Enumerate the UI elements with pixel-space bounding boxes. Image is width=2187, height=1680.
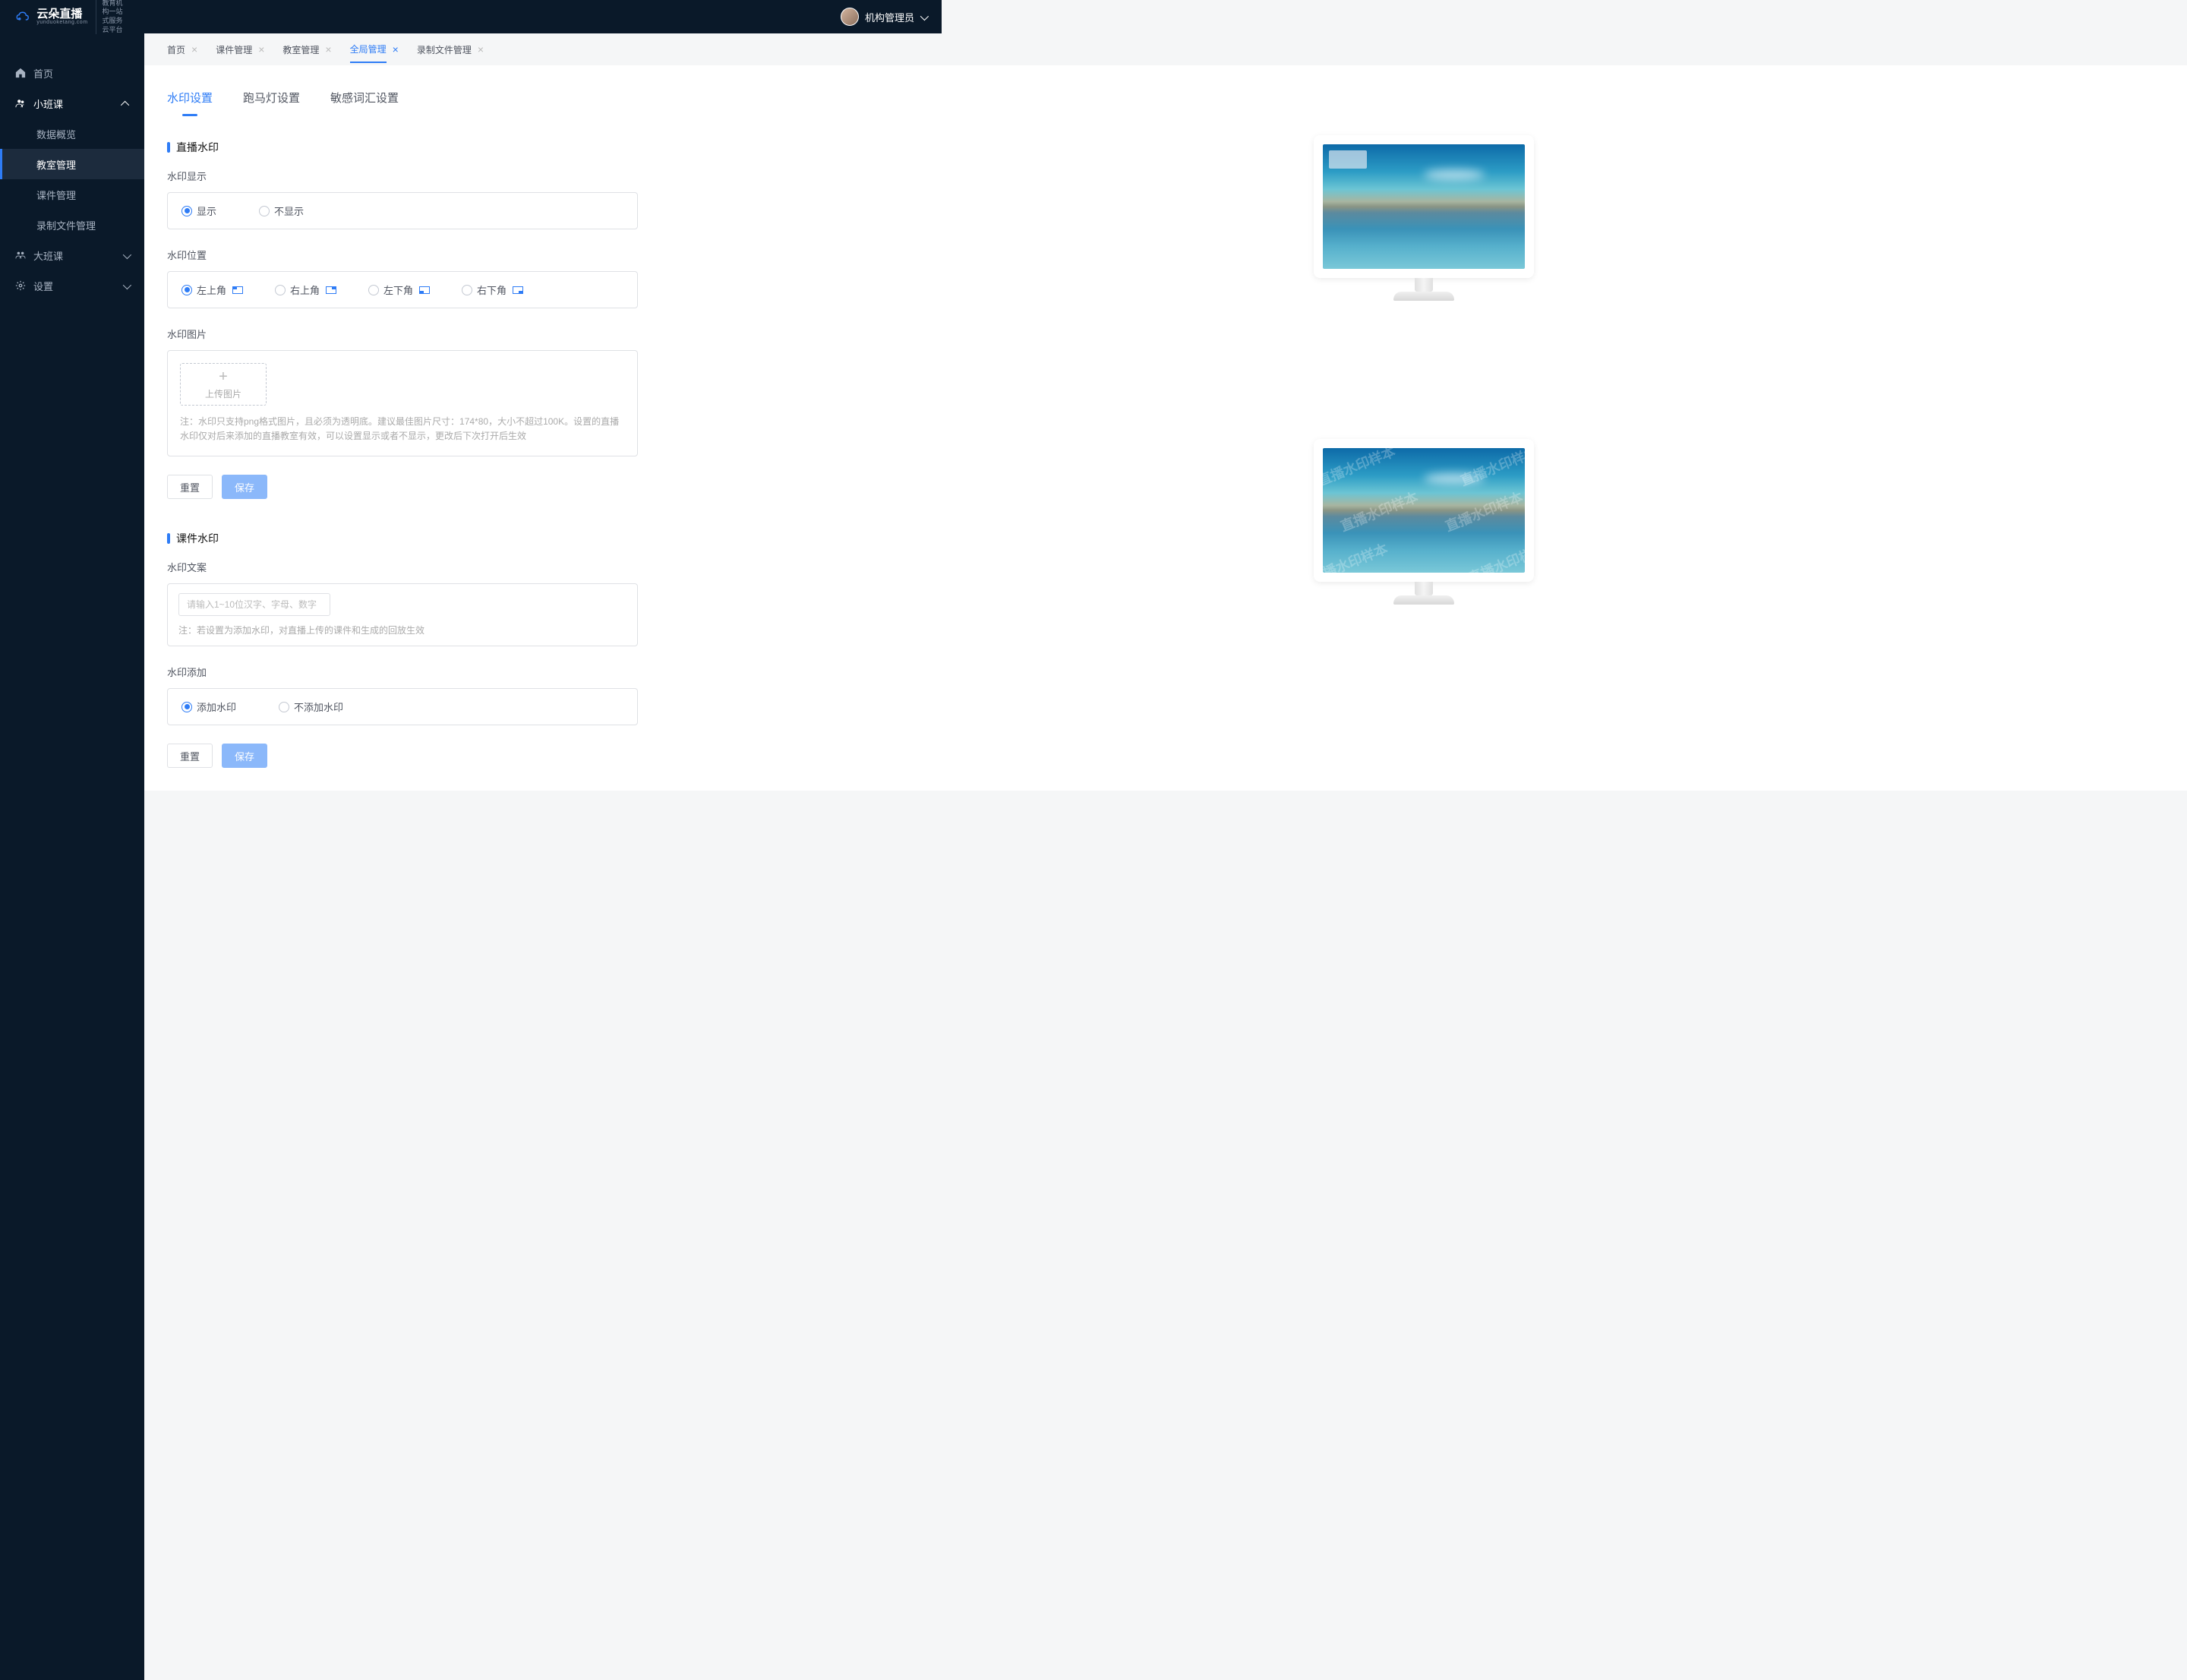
tab-recording[interactable]: 录制文件管理 — [417, 37, 472, 62]
radio-add-yes[interactable]: 添加水印 — [181, 699, 236, 714]
sub-tab-marquee[interactable]: 跑马灯设置 — [243, 81, 300, 116]
tab-classroom[interactable]: 教室管理 — [282, 37, 319, 62]
sub-tab-sensitive[interactable]: 敏感词汇设置 — [330, 81, 399, 116]
position-icon-br — [513, 286, 523, 294]
page-tabs: 首页 × 课件管理 × 教室管理 × 全局管理 × 录制文件管理 × — [144, 33, 2187, 65]
close-icon[interactable]: × — [325, 43, 331, 55]
radio-pos-br[interactable]: 右下角 — [462, 283, 523, 297]
plus-icon: + — [219, 369, 228, 384]
label-watermark-add: 水印添加 — [167, 665, 638, 679]
position-icon-tl — [232, 286, 243, 294]
watermark-text-input[interactable] — [178, 593, 330, 616]
close-icon[interactable]: × — [191, 43, 197, 55]
content-panel: 水印设置 跑马灯设置 敏感词汇设置 直播水印 水印显示 显示 不显示 — [144, 65, 2187, 791]
sidebar: 云朵直播 yunduoketang.com 教育机构一站 式服务云平台 首页 小… — [0, 0, 144, 1680]
logo-subtitle: yunduoketang.com — [36, 20, 87, 25]
radio-group-display: 显示 不显示 — [167, 192, 638, 229]
nav-big-class[interactable]: 大班课 — [0, 240, 144, 270]
hint-watermark-text: 注：若设置为添加水印，对直播上传的课件和生成的回放生效 — [178, 624, 626, 636]
radio-display-show[interactable]: 显示 — [181, 204, 216, 218]
upload-zone[interactable]: + 上传图片 — [180, 363, 267, 406]
radio-pos-tr[interactable]: 右上角 — [275, 283, 336, 297]
sub-nav-small-class: 数据概览 教室管理 课件管理 录制文件管理 — [0, 118, 144, 240]
label-watermark-image: 水印图片 — [167, 327, 638, 341]
close-icon[interactable]: × — [258, 43, 264, 55]
settings-sub-tabs: 水印设置 跑马灯设置 敏感词汇设置 — [167, 65, 2164, 117]
logo: 云朵直播 yunduoketang.com 教育机构一站 式服务云平台 — [0, 0, 144, 33]
home-icon — [15, 68, 26, 78]
sidebar-item-data-overview[interactable]: 数据概览 — [0, 118, 144, 149]
watermark-preview-badge — [1329, 150, 1367, 169]
nav-small-class[interactable]: 小班课 — [0, 88, 144, 118]
group-icon — [15, 250, 26, 261]
radio-display-hide[interactable]: 不显示 — [259, 204, 304, 218]
section-courseware-watermark: 课件水印 — [167, 531, 638, 546]
chevron-up-icon — [123, 98, 129, 109]
logo-tagline: 教育机构一站 式服务云平台 — [96, 0, 129, 34]
nav-settings[interactable]: 设置 — [0, 270, 144, 301]
users-icon — [15, 98, 26, 109]
gear-icon — [15, 280, 26, 291]
label-watermark-position: 水印位置 — [167, 248, 638, 262]
close-icon[interactable]: × — [393, 43, 399, 55]
tab-home[interactable]: 首页 — [167, 37, 185, 62]
text-input-card: 注：若设置为添加水印，对直播上传的课件和生成的回放生效 — [167, 583, 638, 646]
sidebar-item-recording-mgmt[interactable]: 录制文件管理 — [0, 210, 144, 240]
chevron-down-icon — [123, 250, 129, 261]
position-icon-bl — [419, 286, 430, 294]
chevron-down-icon — [920, 11, 926, 23]
user-menu[interactable]: 机构管理员 — [841, 8, 926, 26]
preview-monitor-courseware: 直播水印样本 直播水印样本 直播水印样本 直播水印样本 直播水印样本 直播水印样… — [1314, 439, 1534, 609]
reset-button-courseware[interactable]: 重置 — [167, 744, 213, 768]
logo-title: 云朵直播 — [36, 8, 87, 20]
hint-watermark-image: 注：水印只支持png格式图片，且必须为透明底。建议最佳图片尺寸：174*80，大… — [180, 415, 625, 444]
radio-add-no[interactable]: 不添加水印 — [279, 699, 343, 714]
section-live-watermark: 直播水印 — [167, 140, 638, 155]
radio-pos-tl[interactable]: 左上角 — [181, 283, 243, 297]
save-button-live[interactable]: 保存 — [222, 475, 267, 499]
position-icon-tr — [326, 286, 336, 294]
avatar — [841, 8, 859, 26]
chevron-down-icon — [123, 280, 129, 292]
upload-card: + 上传图片 注：水印只支持png格式图片，且必须为透明底。建议最佳图片尺寸：1… — [167, 350, 638, 456]
save-button-courseware[interactable]: 保存 — [222, 744, 267, 768]
nav-home[interactable]: 首页 — [0, 58, 144, 88]
radio-pos-bl[interactable]: 左下角 — [368, 283, 430, 297]
preview-monitor-live — [1314, 135, 1534, 305]
tab-courseware[interactable]: 课件管理 — [216, 37, 252, 62]
tab-global[interactable]: 全局管理 — [350, 36, 387, 63]
label-watermark-display: 水印显示 — [167, 169, 638, 183]
close-icon[interactable]: × — [478, 43, 484, 55]
sub-tab-watermark[interactable]: 水印设置 — [167, 81, 213, 116]
user-label: 机构管理员 — [865, 10, 914, 24]
radio-group-position: 左上角 右上角 左下角 右下角 — [167, 271, 638, 308]
reset-button-live[interactable]: 重置 — [167, 475, 213, 499]
sidebar-nav: 首页 小班课 数据概览 教室管理 课件管理 录制文件管理 大班课 设置 — [0, 58, 144, 301]
label-watermark-text: 水印文案 — [167, 560, 638, 574]
main-content: 首页 × 课件管理 × 教室管理 × 全局管理 × 录制文件管理 × 水印设置 … — [144, 33, 2187, 1680]
sidebar-item-courseware-mgmt[interactable]: 课件管理 — [0, 179, 144, 210]
sidebar-item-classroom-mgmt[interactable]: 教室管理 — [0, 149, 144, 179]
cloud-logo-icon — [15, 8, 29, 26]
upload-label: 上传图片 — [205, 387, 241, 400]
radio-group-add: 添加水印 不添加水印 — [167, 688, 638, 725]
